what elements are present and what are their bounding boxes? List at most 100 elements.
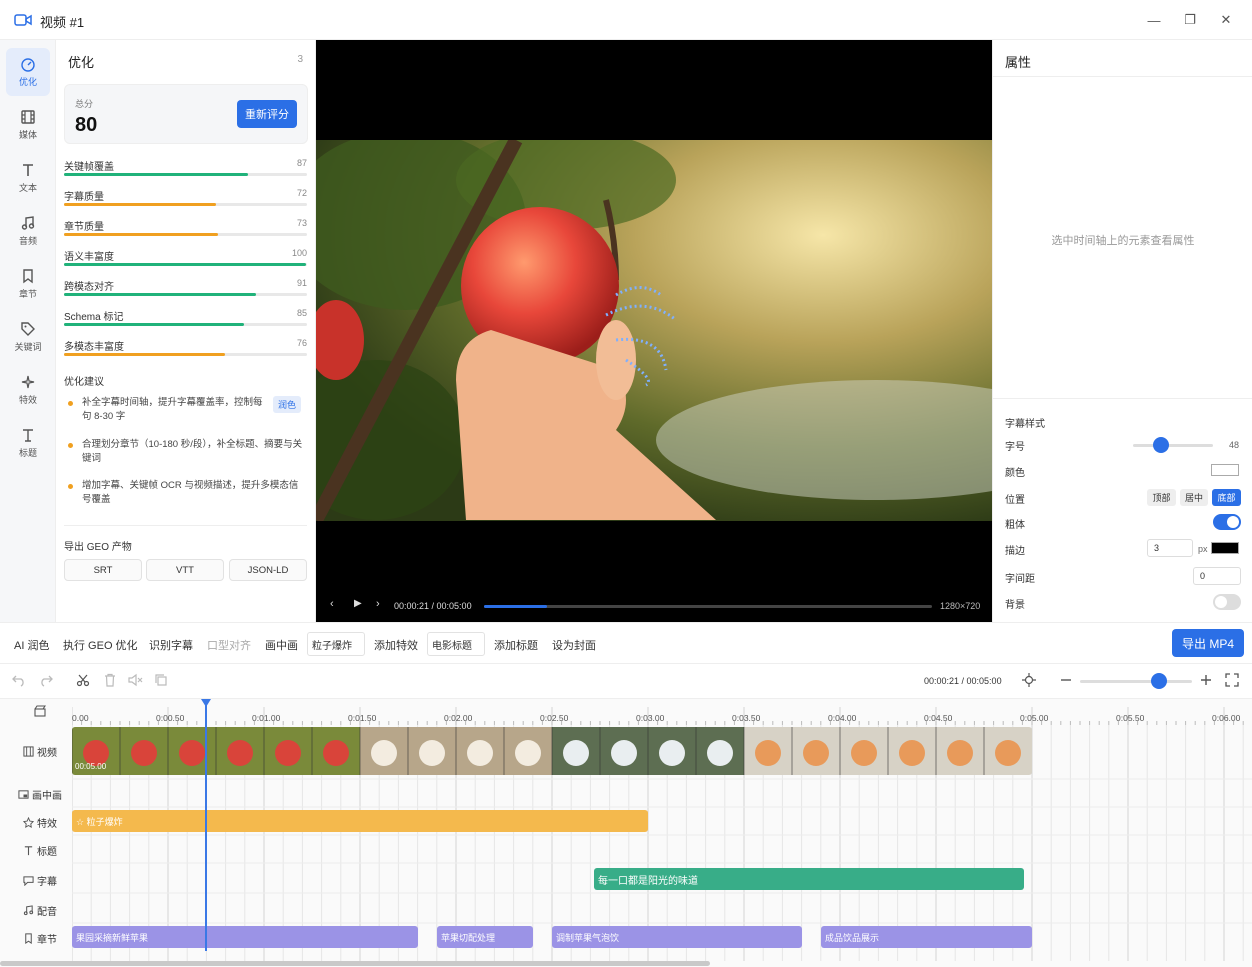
zoom-slider-knob[interactable] [1151, 673, 1167, 689]
fullscreen-button[interactable] [1225, 673, 1239, 687]
chapter-clip[interactable]: 果园采摘新鲜苹果 [72, 926, 418, 948]
position-bottom-button[interactable]: 底部 [1212, 489, 1241, 506]
rescore-button[interactable]: 重新评分 [237, 100, 297, 128]
background-toggle[interactable] [1213, 594, 1241, 610]
redo-button[interactable] [39, 673, 53, 687]
add-effect-button[interactable]: 添加特效 [374, 637, 418, 653]
lip-sync-button[interactable]: 口型对齐 [207, 637, 251, 653]
toggle-knob [1215, 596, 1227, 608]
prev-frame-button[interactable]: ‹ [330, 598, 334, 610]
stroke-color-swatch[interactable] [1211, 542, 1239, 554]
optimize-panel: 优化 3 总分 80 重新评分 关键帧覆盖 87 字幕质量 72 章节质量 73 语义丰富度… [56, 40, 316, 622]
divider [64, 525, 307, 526]
metric-name: 章节质量 [64, 222, 104, 233]
ruler-tick-label: 0:02.00 [444, 713, 473, 723]
add-title-button[interactable]: 添加标题 [494, 637, 538, 653]
geo-optimize-button[interactable]: 执行 GEO 优化 [63, 637, 138, 653]
score-label: 总分 [75, 99, 94, 109]
font-size-slider-track[interactable] [1133, 444, 1213, 447]
title-bar: 视频 #1 — ❐ ✕ [0, 0, 1252, 40]
bullet-dot [68, 443, 73, 448]
metric-row: 关键帧覆盖 87 [64, 158, 307, 186]
duplicate-button[interactable] [154, 673, 168, 687]
metric-bar-fill [64, 173, 248, 176]
export-srt-button[interactable]: SRT [64, 559, 142, 581]
track-label-subtitles: 字幕 [8, 872, 72, 888]
chapter-clip[interactable]: 成品饮品展示 [821, 926, 1032, 948]
subtitle-style-title: 字幕样式 [1005, 419, 1045, 430]
panel-title: 优化 [68, 55, 95, 70]
minimize-button[interactable]: — [1140, 10, 1168, 30]
recognize-subtitles-button[interactable]: 识别字幕 [149, 637, 193, 653]
window-title: 视频 #1 [40, 15, 85, 30]
ruler-tick-label: 0:06.00 [1212, 713, 1241, 723]
zoom-slider-track[interactable] [1080, 680, 1192, 683]
cut-button[interactable] [76, 673, 90, 687]
snap-button[interactable] [1022, 673, 1036, 687]
undo-button[interactable] [12, 673, 26, 687]
score-card: 总分 80 重新评分 [64, 84, 308, 144]
metric-name: 字幕质量 [64, 192, 104, 203]
pip-button[interactable]: 画中画 [265, 637, 298, 653]
rail-item-text[interactable]: 文本 [6, 154, 50, 202]
position-top-button[interactable]: 顶部 [1147, 489, 1176, 506]
ruler-tick-label: 0:01.50 [348, 713, 377, 723]
video-clip-duration: 00:05.00 [75, 762, 107, 771]
timeline-scrollbar[interactable] [0, 961, 710, 966]
delete-button[interactable] [103, 673, 117, 687]
background-label: 背景 [1005, 600, 1025, 611]
toggle-knob [1227, 516, 1239, 528]
video-frame[interactable] [316, 140, 992, 521]
next-frame-button[interactable]: › [376, 598, 380, 610]
video-clip[interactable]: 00:05.00 [72, 727, 1032, 775]
rail-item-optimize[interactable]: 优化 [6, 48, 50, 96]
rail-item-titles[interactable]: 标题 [6, 419, 50, 467]
playback-progress-track[interactable] [484, 605, 932, 608]
ai-polish-button[interactable]: AI 润色 [14, 637, 49, 653]
rail-item-effects[interactable]: 特效 [6, 366, 50, 414]
letter-spacing-input[interactable]: 0 [1193, 567, 1241, 585]
export-mp4-button[interactable]: 导出 MP4 [1172, 629, 1244, 657]
metric-row: Schema 标记 85 [64, 308, 307, 336]
mute-button[interactable] [128, 673, 144, 687]
font-size-slider-knob[interactable] [1153, 437, 1169, 453]
chapter-clip[interactable]: 苹果切配处理 [437, 926, 533, 948]
export-jsonld-button[interactable]: JSON-LD [229, 559, 307, 581]
maximize-button[interactable]: ❐ [1176, 10, 1204, 30]
stroke-width-input[interactable]: 3 [1147, 539, 1193, 557]
action-toolbar: AI 润色 执行 GEO 优化 识别字幕 口型对齐 画中画 粒子爆炸 添加特效 … [0, 622, 1252, 664]
font-size-value: 48 [1229, 440, 1240, 450]
effect-clip[interactable]: ☆ 粒子爆炸 [72, 810, 648, 832]
rail-item-keywords[interactable]: 关键词 [6, 313, 50, 361]
ruler-tick-label: 0:00.50 [156, 713, 185, 723]
set-cover-button[interactable]: 设为封面 [552, 637, 596, 653]
effect-select[interactable]: 粒子爆炸 [307, 632, 365, 656]
zoom-out-button[interactable] [1060, 673, 1072, 687]
subtitle-clip[interactable]: 每一口都是阳光的味道 [594, 868, 1024, 890]
rail-item-media[interactable]: 媒体 [6, 101, 50, 149]
bold-toggle[interactable] [1213, 514, 1241, 530]
rail-item-chapters[interactable]: 章节 [6, 260, 50, 308]
metric-bar-fill [64, 323, 244, 326]
letter-spacing-label: 字间距 [1005, 574, 1035, 585]
title-select[interactable]: 电影标题 [427, 632, 485, 656]
play-button[interactable]: ▶ [354, 598, 362, 609]
chevron-left-icon: ‹ [330, 598, 334, 610]
title-icon [24, 845, 33, 855]
close-button[interactable]: ✕ [1212, 10, 1240, 30]
metric-value: 91 [296, 278, 307, 288]
polish-tag-button[interactable]: 润色 [273, 396, 301, 413]
chapter-clip[interactable]: 调制苹果气泡饮 [552, 926, 802, 948]
zoom-in-button[interactable] [1200, 673, 1212, 687]
sparkle-icon [21, 375, 35, 389]
trash-icon [105, 673, 115, 687]
position-middle-button[interactable]: 居中 [1180, 489, 1208, 506]
ruler-tick-label: 0:04.00 [828, 713, 857, 723]
bullet-dot [68, 484, 73, 489]
copy-icon [155, 674, 167, 686]
color-label: 颜色 [1005, 468, 1025, 479]
rail-item-audio[interactable]: 音频 [6, 207, 50, 255]
color-swatch[interactable] [1211, 464, 1239, 476]
export-vtt-button[interactable]: VTT [146, 559, 224, 581]
playhead[interactable] [205, 699, 207, 951]
